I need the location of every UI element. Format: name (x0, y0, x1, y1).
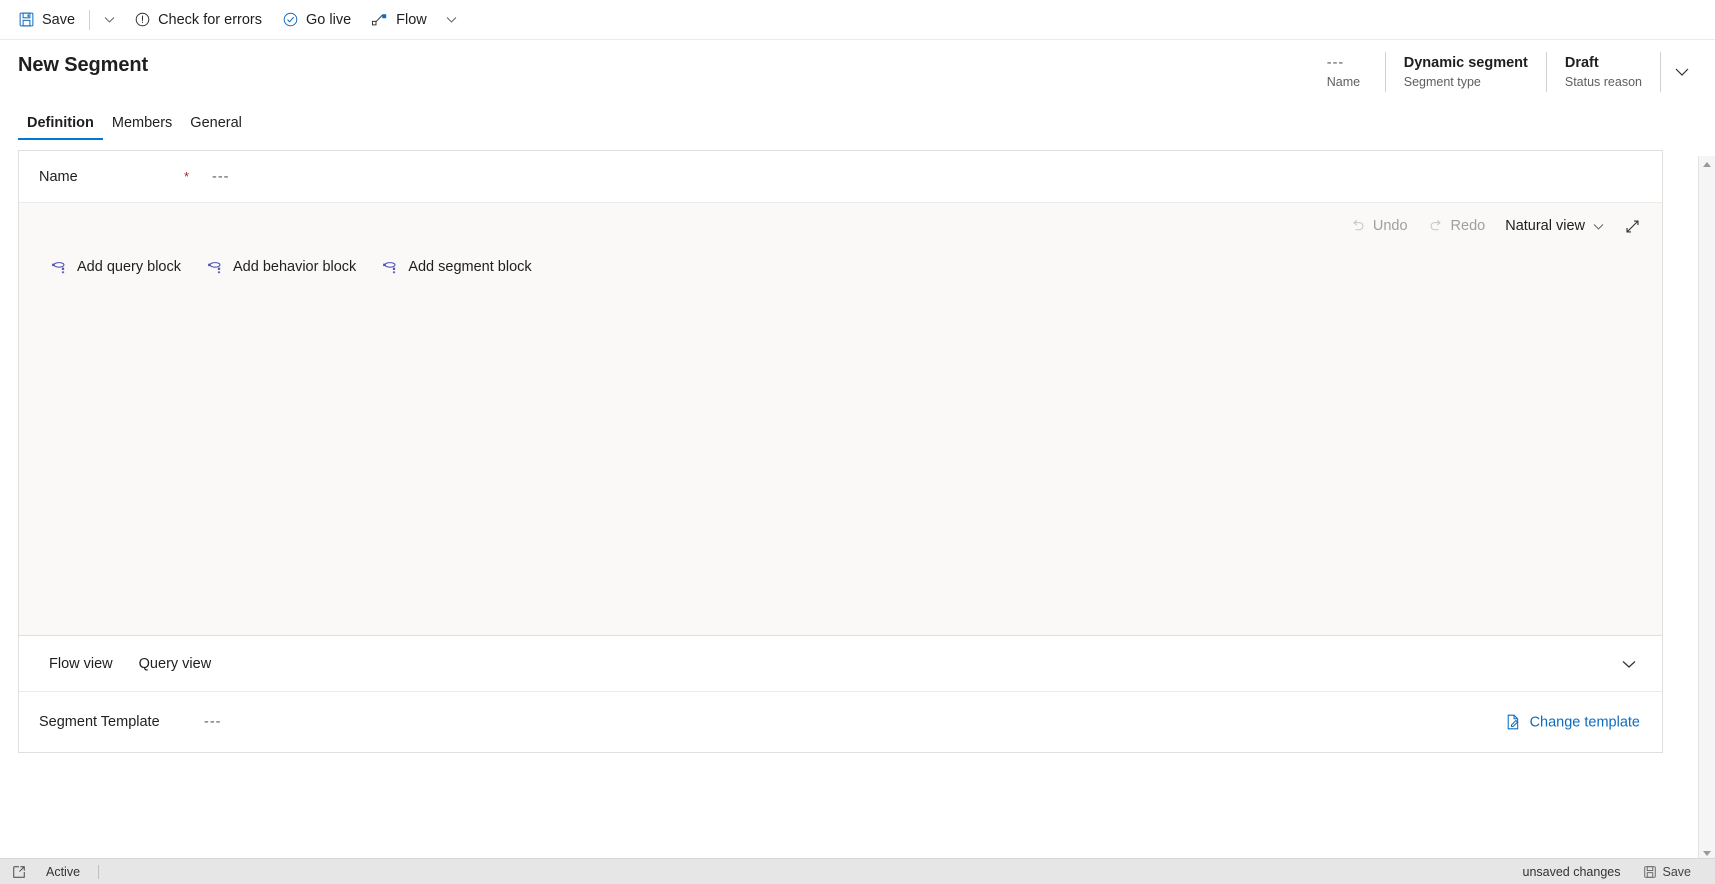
error-circle-icon (134, 11, 151, 28)
chevron-down-icon (1674, 64, 1690, 80)
unsaved-changes-text: unsaved changes (1522, 864, 1621, 879)
page-title: New Segment (18, 54, 149, 76)
add-behavior-block-icon (207, 258, 224, 275)
expand-canvas-button[interactable] (1616, 210, 1648, 242)
redo-label: Redo (1450, 218, 1486, 234)
chevron-up-icon (1703, 162, 1711, 167)
tab-definition[interactable]: Definition (18, 115, 103, 140)
status-bar: Active unsaved changes Save (0, 858, 1715, 884)
scroll-up-button[interactable] (1699, 156, 1715, 173)
view-section-collapse-button[interactable] (1614, 649, 1644, 679)
go-live-button[interactable]: Go live (272, 3, 361, 37)
required-indicator: * (184, 169, 190, 184)
tab-definition-label: Definition (27, 115, 94, 131)
undo-icon (1350, 218, 1366, 234)
header-field-segment-type-label: Segment type (1403, 74, 1481, 89)
add-segment-block-icon (382, 258, 399, 275)
page-scrollbar[interactable] (1698, 156, 1715, 862)
add-behavior-block-label: Add behavior block (232, 258, 357, 275)
status-bar-divider (98, 864, 100, 879)
chevron-down-icon (1592, 220, 1605, 233)
chevron-down-icon (445, 13, 458, 26)
save-icon (18, 11, 35, 28)
check-circle-icon (282, 11, 299, 28)
header-field-name-value: --- (1326, 54, 1345, 71)
header-field-segment-type-value: Dynamic segment (1403, 54, 1528, 71)
header-field-name: --- Name (1309, 52, 1386, 92)
edit-page-icon (1505, 714, 1522, 731)
header-field-status-reason-label: Status reason (1564, 74, 1642, 89)
go-live-label: Go live (306, 11, 352, 28)
flow-label: Flow (396, 11, 427, 28)
add-block-row: Add query block Add behavior block Add s… (43, 253, 540, 280)
chevron-down-icon (1621, 656, 1637, 672)
chevron-down-icon (1703, 851, 1711, 856)
undo-label: Undo (1372, 218, 1408, 234)
header-field-status-reason-value: Draft (1564, 54, 1599, 71)
name-field-row: Name * --- (19, 151, 1662, 203)
flow-dropdown-button[interactable] (437, 3, 467, 37)
header-field-status-reason: Draft Status reason (1547, 52, 1661, 92)
tab-strip: Definition Members General (0, 102, 1715, 140)
flow-icon (371, 12, 389, 28)
command-bar-divider (89, 9, 91, 30)
redo-icon (1428, 218, 1444, 234)
tab-members-label: Members (111, 115, 173, 131)
segment-template-value: --- (204, 714, 222, 730)
redo-button[interactable]: Redo (1419, 212, 1495, 240)
header-collapse-button[interactable] (1665, 52, 1699, 92)
name-field-label: Name (39, 168, 78, 185)
status-bar-left: Active (6, 860, 103, 884)
add-behavior-block-button[interactable]: Add behavior block (199, 253, 364, 280)
view-tabs-row: Flow view Query view (19, 636, 1662, 692)
segment-template-row: Segment Template --- Change template (19, 692, 1662, 752)
tab-members[interactable]: Members (103, 115, 181, 140)
add-query-block-label: Add query block (77, 258, 181, 275)
view-mode-label: Natural view (1505, 218, 1585, 234)
page-header: New Segment --- Name Dynamic segment Seg… (0, 40, 1715, 102)
flow-button[interactable]: Flow (361, 3, 437, 37)
status-bar-save-button[interactable]: Save (1635, 865, 1700, 879)
segment-definition-card: Name * --- Undo Redo Natural view Add qu… (18, 150, 1663, 753)
expand-diagonal-icon (1624, 218, 1641, 235)
save-button[interactable]: Save (8, 3, 85, 37)
command-bar: Save Check for errors Go live Flow (0, 0, 1715, 40)
segment-template-label: Segment Template (39, 714, 160, 730)
undo-button[interactable]: Undo (1341, 212, 1417, 240)
open-in-new-icon (12, 865, 26, 879)
popout-button[interactable] (6, 860, 32, 884)
change-template-label: Change template (1529, 714, 1640, 730)
tab-general-label: General (190, 115, 242, 131)
header-field-segment-type: Dynamic segment Segment type (1386, 52, 1547, 92)
status-bar-right: unsaved changes Save (1523, 865, 1710, 879)
tab-query-view[interactable]: Query view (129, 652, 222, 676)
view-mode-selector[interactable]: Natural view (1496, 212, 1614, 240)
header-fields: --- Name Dynamic segment Segment type Dr… (1309, 52, 1699, 92)
add-query-block-icon (51, 258, 68, 275)
save-button-label: Save (42, 11, 76, 28)
add-query-block-button[interactable]: Add query block (43, 253, 189, 280)
tab-general[interactable]: General (181, 115, 251, 140)
record-state: Active (46, 864, 81, 879)
tab-query-view-label: Query view (138, 655, 212, 672)
save-dropdown-button[interactable] (94, 3, 124, 37)
change-template-button[interactable]: Change template (1499, 709, 1646, 736)
check-for-errors-label: Check for errors (158, 11, 263, 28)
status-bar-save-label: Save (1662, 864, 1692, 879)
tab-flow-view[interactable]: Flow view (39, 652, 123, 676)
header-field-name-label: Name (1326, 74, 1361, 89)
main-content: Name * --- Undo Redo Natural view Add qu… (0, 140, 1715, 753)
canvas-toolbar: Undo Redo Natural view (1341, 203, 1662, 249)
add-segment-block-label: Add segment block (408, 258, 532, 275)
add-segment-block-button[interactable]: Add segment block (374, 253, 539, 280)
segment-canvas[interactable]: Undo Redo Natural view Add query block A… (19, 203, 1662, 636)
chevron-down-icon (103, 13, 116, 26)
check-for-errors-button[interactable]: Check for errors (124, 3, 272, 37)
name-input[interactable]: --- (212, 169, 230, 185)
save-icon (1643, 865, 1657, 879)
tab-flow-view-label: Flow view (49, 655, 113, 672)
